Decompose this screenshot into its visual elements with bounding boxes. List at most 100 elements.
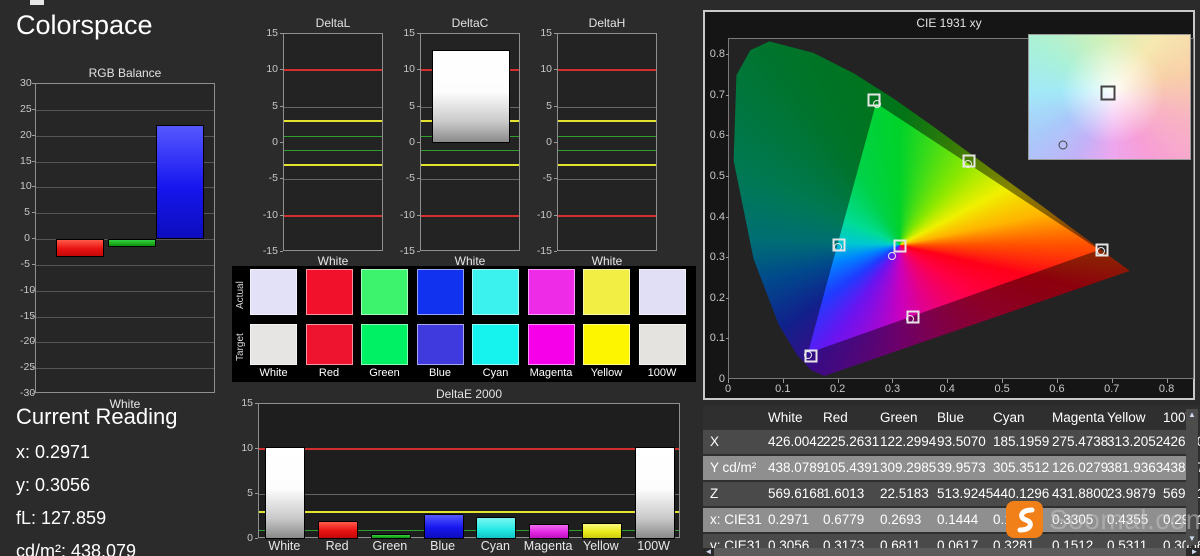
bar-yellow (581, 523, 622, 539)
bar-100w (634, 447, 675, 539)
deltaE2000-chart: DeltaE 2000 15 10 5 0 White Red Green Blue Cyan M… (232, 385, 702, 556)
cie-x-tick-mark (1166, 379, 1168, 383)
cell-value: 22.5183 (880, 486, 929, 501)
cie-y-tick-mark (726, 94, 729, 96)
cie-measured-red (1096, 247, 1105, 256)
cie-x-tick-mark (728, 379, 729, 383)
y-tick-label: -10 (536, 208, 552, 221)
actual-swatch-cyan (472, 269, 519, 315)
x-category-label: Magenta (523, 539, 573, 553)
y-tick-mark (554, 142, 557, 143)
scroll-up-icon[interactable]: ▲ (1186, 411, 1198, 419)
row-label: X (710, 434, 720, 449)
x-category-label: White (268, 539, 301, 553)
y-tick-label: 0 (272, 136, 278, 148)
cell-value: 225.2631 (823, 434, 880, 449)
deltaC-plot (420, 33, 520, 251)
y-tick-label: 15 (241, 397, 253, 409)
y-tick-label: 15 (266, 27, 278, 39)
cell-value: 0.2971 (768, 512, 810, 527)
y-tick-label: -15 (536, 245, 552, 257)
cell-value: 309.2985 (880, 460, 937, 475)
limit-line-yellow (259, 511, 679, 513)
table-row[interactable]: Y cd/m² 438.0789 105.4391 309.2985 39.9573 30… (703, 456, 1200, 481)
y-tick-mark (32, 238, 35, 239)
target-swatch-white (250, 324, 297, 365)
actual-swatch-green (361, 269, 408, 315)
cell-value: 313.2052 (1107, 434, 1164, 449)
y-tick-mark (280, 178, 283, 180)
scroll-left-icon[interactable]: ◄ (704, 548, 713, 556)
cell-value: 0.2693 (880, 512, 922, 527)
gridline (421, 179, 519, 181)
y-tick-label: 10 (266, 63, 278, 76)
y-tick-mark (417, 214, 420, 216)
scroll-right-icon[interactable]: ► (1190, 548, 1199, 556)
deltaC-chart: DeltaC White 15 10 5 0 -5 -10 -15 (398, 14, 522, 268)
deltaE2000-title: DeltaE 2000 (435, 387, 503, 401)
y-tick-mark (417, 69, 420, 71)
cie-x-tick: 0.8 (1158, 383, 1175, 395)
y-tick-mark (417, 251, 420, 252)
gridline (259, 494, 679, 495)
y-tick-label: 10 (403, 63, 415, 76)
limit-line-green (421, 150, 519, 152)
limit-line-green (284, 150, 382, 152)
y-tick-label: 10 (241, 442, 253, 454)
cie-y-tick: 0.4 (709, 210, 725, 223)
target-swatch-blue (416, 324, 464, 365)
target-row-label: Target (235, 333, 246, 361)
gridline (36, 264, 214, 266)
swatch-column-label: Yellow (590, 367, 623, 379)
cie-measured-blue (804, 350, 813, 359)
cell-value: 0.6779 (823, 512, 865, 527)
swatch-column-label: Cyan (482, 367, 509, 379)
target-swatch-100w (638, 324, 686, 365)
inset-measured-marker (1058, 140, 1068, 150)
gridline (558, 106, 656, 108)
bar-blue (423, 513, 464, 539)
cie-x-axis: 0 0.1 0.2 0.3 0.4 0.5 0.6 0.7 0.8 (705, 379, 1193, 397)
limit-line-yellow (284, 120, 382, 123)
cell-value: 185.1959 (993, 434, 1050, 449)
y-tick-label: 10 (20, 180, 32, 193)
cie-measured-yellow (963, 160, 972, 169)
y-tick-mark (280, 214, 283, 216)
cie-x-tick: 0.6 (1049, 383, 1065, 395)
cie-y-tick: 0.1 (709, 332, 725, 345)
y-tick-label: 5 (272, 99, 278, 112)
cie-measured-green (872, 99, 881, 108)
bar-blue (156, 125, 204, 239)
gridline (36, 316, 214, 318)
y-tick-mark (417, 33, 420, 34)
limit-line-red (284, 214, 382, 217)
cie-x-tick-mark (947, 379, 949, 383)
soomal-watermark-text: Soomal.com (1049, 503, 1200, 535)
y-tick-label: -20 (20, 335, 36, 348)
y-tick-label: 25 (20, 102, 32, 115)
cell-value: 122.2994 (880, 434, 937, 449)
cie-y-tick: 0.6 (709, 129, 725, 142)
swatch-column-label: White (259, 367, 288, 379)
horizontal-scrollbar[interactable]: ◄ ► (703, 548, 1200, 556)
current-reading-heading: Current Reading (16, 404, 178, 429)
table-row[interactable]: X 426.0042 225.2631 122.2994 93.5070 185.1959… (703, 430, 1200, 455)
y-tick-mark (32, 289, 35, 291)
swatch-column-label: Red (318, 367, 340, 379)
bar-magenta (529, 523, 570, 539)
actual-target-swatch-panel: Actual Target White Red Green Blue Cyan Magenta… (232, 266, 696, 382)
y-tick-label: 5 (546, 99, 552, 112)
deltaE2000-plot (258, 403, 680, 539)
y-tick-mark (417, 142, 420, 143)
gridline (36, 290, 214, 292)
gridline (36, 109, 214, 111)
target-swatch-cyan (472, 324, 519, 365)
y-tick-label: 0 (409, 136, 415, 148)
cell-value: 426.0042 (768, 434, 825, 449)
cie-y-tick-mark (726, 338, 729, 340)
cell-value: 93.5070 (937, 434, 986, 449)
y-tick-mark (554, 251, 557, 252)
horizontal-scroll-thumb[interactable] (714, 548, 1186, 556)
cell-value: 438.0789 (768, 460, 825, 475)
cell-value: 0.1444 (937, 512, 979, 527)
